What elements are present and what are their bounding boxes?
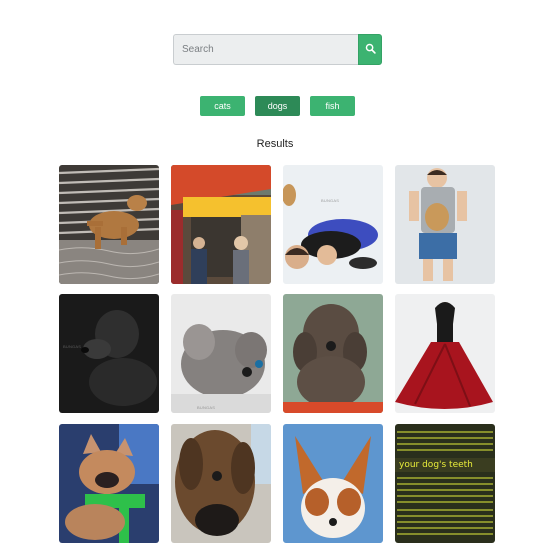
result-image-dog-teeth-text-poster[interactable]: your dog's teeth bbox=[395, 424, 495, 543]
result-image-fluffy-dog-closeup[interactable] bbox=[171, 424, 271, 543]
results-grid: BUNGAS BUNGAS BUNGAS your dog's teeth bbox=[59, 165, 496, 545]
result-image-grey-poodle-lying[interactable]: BUNGAS bbox=[171, 294, 271, 413]
watermark-text: BUNGAS bbox=[63, 344, 82, 349]
result-image-dog-in-water[interactable] bbox=[59, 165, 159, 284]
search-bar bbox=[173, 34, 382, 65]
tag-cats-button[interactable]: cats bbox=[200, 96, 245, 116]
result-image-street-market[interactable] bbox=[171, 165, 271, 284]
result-image-children-with-dog[interactable]: BUNGAS bbox=[283, 165, 383, 284]
result-image-curly-dog[interactable] bbox=[283, 294, 383, 413]
tag-fish-button[interactable]: fish bbox=[310, 96, 355, 116]
watermark-text: BUNGAS bbox=[197, 405, 216, 410]
page: cats dogs fish Results bbox=[0, 0, 550, 550]
result-image-boy-holding-dog[interactable] bbox=[395, 165, 495, 284]
result-image-french-bulldog-green-harness[interactable] bbox=[59, 424, 159, 543]
search-icon bbox=[365, 42, 376, 57]
poster-headline: your dog's teeth bbox=[399, 460, 473, 470]
result-image-black-dog-portrait[interactable]: BUNGAS bbox=[59, 294, 159, 413]
search-button[interactable] bbox=[358, 34, 382, 65]
result-image-woman-in-red-skirt[interactable] bbox=[395, 294, 495, 413]
result-image-papillon-dog[interactable] bbox=[283, 424, 383, 543]
watermark-text: BUNGAS bbox=[321, 198, 340, 203]
tag-filter-group: cats dogs fish bbox=[0, 96, 550, 116]
search-input[interactable] bbox=[173, 34, 358, 65]
tag-dogs-button[interactable]: dogs bbox=[255, 96, 300, 116]
results-heading: Results bbox=[256, 138, 294, 150]
